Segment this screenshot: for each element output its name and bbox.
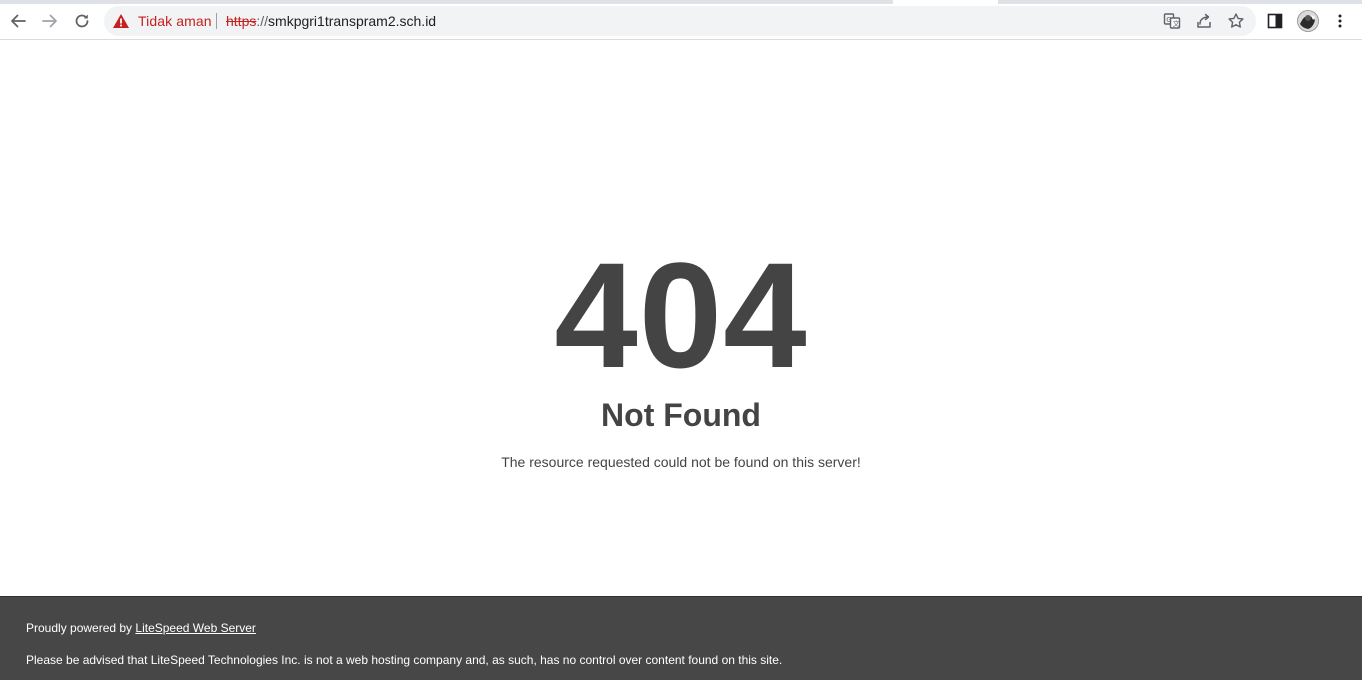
page-content: 404 Not Found The resource requested cou…	[0, 40, 1362, 596]
error-title: Not Found	[601, 397, 761, 433]
disclaimer-text: Please be advised that LiteSpeed Technol…	[26, 653, 783, 667]
page-footer: Proudly powered by LiteSpeed Web Server …	[0, 596, 1362, 680]
star-icon	[1228, 13, 1244, 28]
error-code: 404	[554, 231, 808, 399]
url-host: smkpgri1transpram2.sch.id	[268, 13, 437, 29]
powered-by-prefix: Proudly powered by	[26, 621, 136, 635]
translate-icon: G 文	[1163, 13, 1181, 29]
side-panel-icon	[1267, 13, 1283, 29]
browser-toolbar: Tidak aman https://smkpgri1transpram2.sc…	[0, 4, 1362, 40]
omnibox-divider	[216, 13, 217, 29]
bookmark-button[interactable]	[1226, 11, 1246, 31]
url-separator: ://	[256, 13, 269, 29]
reload-button[interactable]	[68, 7, 96, 35]
translate-button[interactable]: G 文	[1162, 11, 1182, 31]
reload-icon	[75, 14, 89, 28]
svg-text:文: 文	[1173, 19, 1180, 28]
error-description: The resource requested could not be foun…	[501, 454, 861, 470]
security-label: Tidak aman	[138, 13, 212, 29]
share-button[interactable]	[1194, 11, 1214, 31]
url-scheme: https	[226, 13, 257, 29]
address-bar[interactable]: Tidak aman https://smkpgri1transpram2.sc…	[104, 6, 1256, 36]
litespeed-link[interactable]: LiteSpeed Web Server	[135, 621, 256, 635]
side-panel-button[interactable]	[1261, 7, 1289, 35]
security-indicator[interactable]: Tidak aman	[112, 6, 212, 36]
arrow-right-icon	[42, 14, 57, 28]
forward-button[interactable]	[36, 7, 64, 35]
warning-triangle-icon	[113, 14, 129, 28]
arrow-left-icon	[11, 14, 26, 28]
share-icon	[1197, 13, 1211, 28]
menu-button[interactable]	[1326, 7, 1354, 35]
avatar	[1297, 10, 1319, 32]
svg-text:G: G	[1166, 16, 1171, 24]
url-text[interactable]: https://smkpgri1transpram2.sch.id	[226, 6, 436, 36]
kebab-menu-icon	[1338, 14, 1342, 28]
profile-button[interactable]	[1294, 7, 1322, 35]
powered-by-text: Proudly powered by LiteSpeed Web Server	[26, 620, 256, 636]
back-button[interactable]	[4, 7, 32, 35]
